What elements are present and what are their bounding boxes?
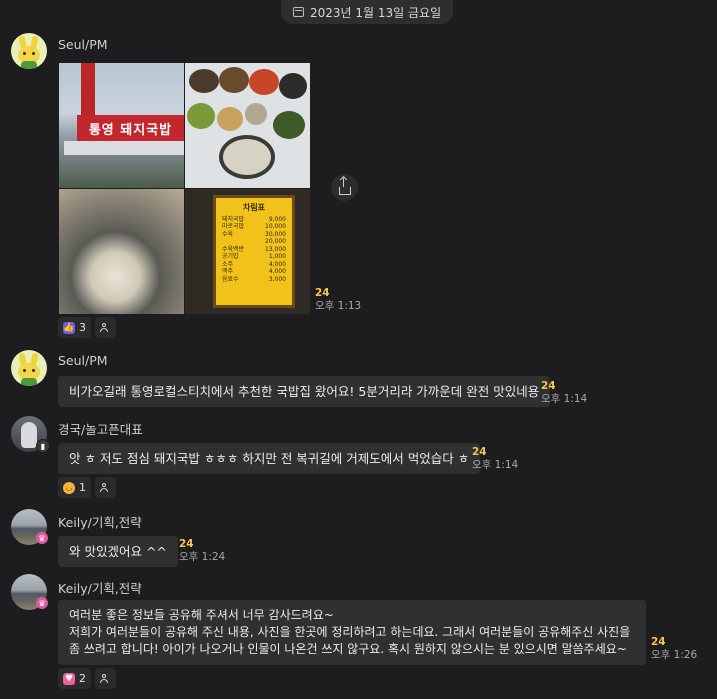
date-label: 2023년 1월 13일 금요일 <box>310 5 442 20</box>
read-count: 24 <box>472 446 487 458</box>
timestamp: 오후 1:14 <box>541 393 588 405</box>
sender-name[interactable]: Seul/PM <box>58 37 108 52</box>
message-bubble[interactable]: 앗 ㅎ 저도 점심 돼지국밥 ㅎㅎㅎ 하지만 전 복귀길에 거제도에서 먹었습다… <box>58 443 481 474</box>
photo-side-dishes[interactable] <box>185 63 310 188</box>
message-bubble[interactable]: 여러분 좋은 정보들 공유해 주셔서 너무 감사드려요~ 저희가 여러분들이 공… <box>58 600 646 665</box>
photo-grid[interactable]: 통영 돼지국밥 차림표 돼지국밥 9,000 따로국밥 10,000 수육 30,00… <box>59 63 310 314</box>
smile-icon: ◡ <box>63 481 75 494</box>
reactions: ◡ 1 <box>58 477 116 498</box>
timestamp: 오후 1:26 <box>651 649 698 661</box>
avatar[interactable] <box>11 33 47 69</box>
photo-restaurant-sign[interactable]: 통영 돼지국밥 <box>59 63 184 188</box>
date-divider: 2023년 1월 13일 금요일 <box>281 0 454 24</box>
add-reaction-button[interactable] <box>95 477 116 498</box>
reaction-smile[interactable]: ◡ 1 <box>58 477 91 498</box>
person-icon <box>100 483 108 492</box>
sender-name[interactable]: 경국/놀고픈대표 <box>58 419 143 438</box>
share-button[interactable] <box>331 174 358 201</box>
share-icon <box>338 177 351 195</box>
calendar-icon <box>293 7 304 17</box>
reaction-heart[interactable]: ♥ 2 <box>58 668 91 689</box>
message-bubble[interactable]: 비가오길래 통영로컬스티치에서 추천한 국밥집 왔어요! 5분거리라 가까운데 … <box>58 376 551 407</box>
reactions: ♥ 2 <box>58 668 116 689</box>
person-icon <box>100 674 108 683</box>
message-bubble[interactable]: 와 맛있겠어요 ^^ <box>58 536 178 567</box>
read-count: 24 <box>315 287 330 299</box>
thumbs-up-icon: 👍 <box>63 321 75 334</box>
sender-name[interactable]: Keily/기획,전략 <box>58 512 142 531</box>
sender-name[interactable]: Seul/PM <box>58 353 108 368</box>
person-icon <box>100 323 108 332</box>
message-meta: 24 오후 1:24 <box>179 538 225 564</box>
reactions: 👍 3 <box>58 317 116 338</box>
add-reaction-button[interactable] <box>95 668 116 689</box>
crown-icon: ♛ <box>36 597 48 609</box>
member-badge-icon: ▮ <box>36 439 50 453</box>
add-reaction-button[interactable] <box>95 317 116 338</box>
timestamp: 오후 1:24 <box>179 551 226 563</box>
message-meta: 24 오후 1:14 <box>472 446 518 472</box>
timestamp: 오후 1:13 <box>315 300 362 312</box>
message-meta: 24 오후 1:26 <box>651 636 697 662</box>
sender-name[interactable]: Keily/기획,전략 <box>58 578 142 597</box>
photo-menu-board[interactable]: 차림표 돼지국밥 9,000 따로국밥 10,000 수육 30,000 20,000… <box>185 189 310 314</box>
photo-soup-bowl[interactable] <box>59 189 184 314</box>
heart-icon: ♥ <box>63 672 75 685</box>
read-count: 24 <box>651 636 666 648</box>
message-meta: 24 오후 1:14 <box>541 380 587 406</box>
message-meta: 24 오후 1:13 <box>315 287 361 313</box>
read-count: 24 <box>541 380 556 392</box>
crown-icon: ♛ <box>36 532 48 544</box>
read-count: 24 <box>179 538 194 550</box>
timestamp: 오후 1:14 <box>472 459 519 471</box>
reaction-thumbs-up[interactable]: 👍 3 <box>58 317 91 338</box>
avatar[interactable] <box>11 350 47 386</box>
